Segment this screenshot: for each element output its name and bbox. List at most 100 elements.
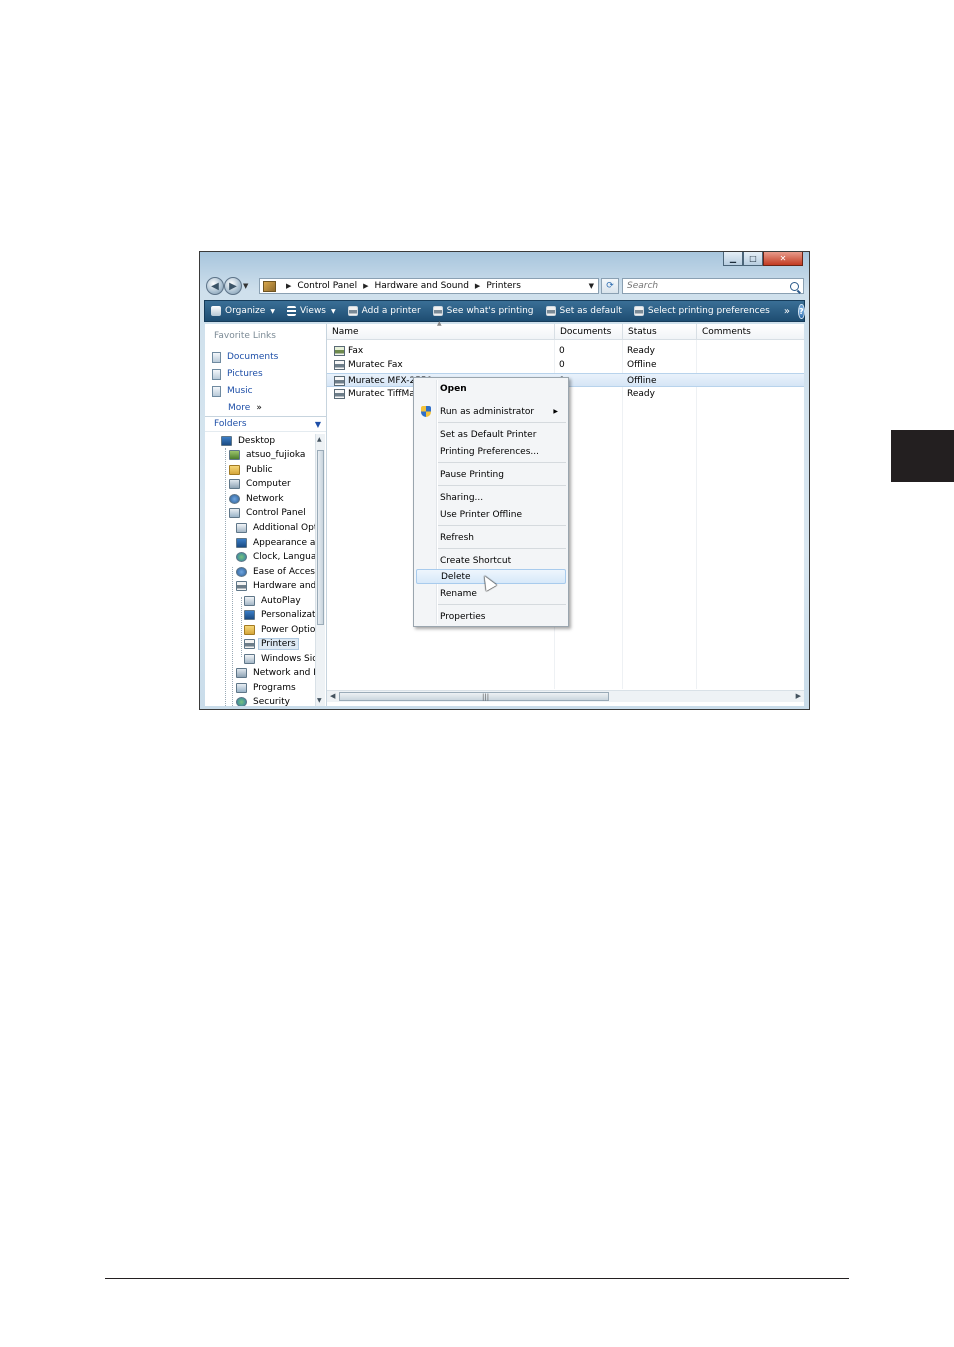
recent-pages-dropdown-icon[interactable]: ▼ <box>243 282 248 290</box>
refresh-icon: ⟳ <box>606 281 614 291</box>
scrollbar-thumb[interactable] <box>317 450 324 625</box>
tree-item-autoplay[interactable]: AutoPlay <box>244 594 303 608</box>
grip-icon: ||| <box>482 693 490 701</box>
tree-item-ease-of-access[interactable]: Ease of Access <box>236 565 315 579</box>
appearance-icon <box>236 538 247 548</box>
tree-item-appearance[interactable]: Appearance an <box>236 536 315 550</box>
tree-item-control-panel[interactable]: Control Panel <box>229 506 308 520</box>
printer-row[interactable]: Muratec Fax 0 Offline <box>327 358 804 372</box>
menu-item-set-as-default-printer[interactable]: Set as Default Printer <box>416 427 566 442</box>
fax-icon <box>334 346 345 356</box>
organize-button[interactable]: Organize ▼ <box>205 301 281 321</box>
folders-header[interactable]: Folders ▼ <box>205 416 326 432</box>
breadcrumb-control-panel[interactable]: Control Panel <box>297 281 357 291</box>
see-whats-printing-button[interactable]: See what's printing <box>427 301 540 321</box>
menu-item-sharing[interactable]: Sharing... <box>416 490 566 505</box>
add-printer-button[interactable]: Add a printer <box>342 301 427 321</box>
breadcrumb-chevron-icon[interactable]: ▶ <box>475 282 480 290</box>
breadcrumb-chevron-icon[interactable]: ▶ <box>363 282 368 290</box>
tree-item-security[interactable]: Security <box>236 695 292 706</box>
column-header-name[interactable]: Name ▲ <box>327 320 555 340</box>
menu-item-pause-printing[interactable]: Pause Printing <box>416 467 566 482</box>
breadcrumb-printers[interactable]: Printers <box>486 281 521 291</box>
sort-ascending-icon: ▲ <box>437 320 442 327</box>
maximize-button[interactable]: □ <box>743 252 763 266</box>
favorite-documents[interactable]: Documents <box>212 350 278 364</box>
column-header-status[interactable]: Status <box>623 324 697 340</box>
tree-item-user[interactable]: atsuo_fujioka <box>229 448 307 462</box>
folder-tree-scrollbar[interactable]: ▲ ▼ <box>315 434 325 706</box>
tree-item-additional-options[interactable]: Additional Opt <box>236 521 315 535</box>
add-printer-label: Add a printer <box>361 306 421 316</box>
more-commands-button[interactable]: » <box>776 306 798 317</box>
chevron-down-icon: ▼ <box>270 307 275 315</box>
personalization-icon <box>244 610 255 620</box>
tree-item-computer[interactable]: Computer <box>229 477 293 491</box>
control-panel-icon <box>263 280 276 292</box>
address-row: ◀ ▶ ▼ ▶ Control Panel ▶ Hardware and Sou… <box>204 276 807 296</box>
help-icon[interactable]: ? <box>797 303 805 319</box>
tree-item-clock-language[interactable]: Clock, Languag <box>236 550 315 564</box>
address-bar[interactable]: ▶ Control Panel ▶ Hardware and Sound ▶ P… <box>259 278 599 294</box>
breadcrumb-chevron-icon[interactable]: ▶ <box>286 282 291 290</box>
scroll-left-icon[interactable]: ◀ <box>330 692 335 700</box>
favorite-label: Pictures <box>227 369 263 379</box>
menu-item-printing-preferences[interactable]: Printing Preferences... <box>416 444 566 459</box>
menu-item-use-printer-offline[interactable]: Use Printer Offline <box>416 507 566 522</box>
computer-icon <box>229 479 240 489</box>
print-queue-icon <box>432 306 443 316</box>
select-printing-preferences-button[interactable]: Select printing preferences <box>628 301 776 321</box>
tree-item-network[interactable]: Network <box>229 492 286 506</box>
favorite-more[interactable]: More » <box>228 401 262 415</box>
menu-item-properties[interactable]: Properties <box>416 609 566 624</box>
tree-item-printers[interactable]: Printers <box>244 637 299 651</box>
printer-icon <box>334 360 345 370</box>
horizontal-scrollbar[interactable]: ◀ ||| ▶ <box>327 690 804 702</box>
menu-item-run-as-administrator[interactable]: Run as administrator ▶ <box>416 404 566 419</box>
scroll-up-icon[interactable]: ▲ <box>317 436 322 443</box>
scroll-right-icon[interactable]: ▶ <box>796 692 801 700</box>
network-internet-icon <box>236 668 247 678</box>
submenu-arrow-icon: ▶ <box>553 408 558 415</box>
views-button[interactable]: Views ▼ <box>281 301 342 321</box>
printer-row[interactable]: Fax 0 Ready <box>327 344 804 358</box>
double-chevron-icon: » <box>256 403 262 413</box>
scroll-down-icon[interactable]: ▼ <box>317 697 322 704</box>
user-folder-icon <box>229 450 240 460</box>
column-header-comments[interactable]: Comments <box>697 324 804 340</box>
tree-item-desktop[interactable]: Desktop <box>221 434 277 448</box>
tree-item-public[interactable]: Public <box>229 463 275 477</box>
back-button[interactable]: ◀ <box>206 277 224 295</box>
set-as-default-button[interactable]: Set as default <box>540 301 628 321</box>
favorite-pictures[interactable]: Pictures <box>212 367 263 381</box>
chapter-tab-marker <box>891 430 954 482</box>
breadcrumb-hardware-and-sound[interactable]: Hardware and Sound <box>374 281 468 291</box>
minimize-button[interactable]: ▁ <box>723 252 743 266</box>
autoplay-icon <box>244 596 255 606</box>
menu-item-create-shortcut[interactable]: Create Shortcut <box>416 553 566 568</box>
address-dropdown-icon[interactable]: ▼ <box>589 282 594 290</box>
refresh-button[interactable]: ⟳ <box>601 278 619 294</box>
pictures-icon <box>212 368 221 380</box>
forward-button[interactable]: ▶ <box>224 277 242 295</box>
tree-item-programs[interactable]: Programs <box>236 681 298 695</box>
clock-language-icon <box>236 552 247 562</box>
control-panel-icon <box>229 508 240 518</box>
security-icon <box>236 697 247 706</box>
tree-item-hardware-and-sound[interactable]: Hardware and <box>236 579 315 593</box>
tree-item-power-options[interactable]: Power Optio <box>244 623 315 637</box>
set-as-default-label: Set as default <box>559 306 622 316</box>
folders-label: Folders <box>214 419 247 429</box>
tree-item-personalization[interactable]: Personalizati <box>244 608 315 622</box>
close-button[interactable]: ✕ <box>763 252 803 266</box>
favorite-music[interactable]: Music <box>212 384 253 398</box>
search-input[interactable] <box>627 281 777 291</box>
tree-item-network-and-internet[interactable]: Network and In <box>236 666 315 680</box>
search-icon[interactable] <box>790 281 799 291</box>
tree-item-windows-sidebar[interactable]: Windows Sid <box>244 652 315 666</box>
column-header-documents[interactable]: Documents <box>555 324 623 340</box>
menu-item-refresh[interactable]: Refresh <box>416 530 566 545</box>
programs-icon <box>236 683 247 693</box>
menu-item-open[interactable]: Open <box>416 381 566 396</box>
scrollbar-thumb[interactable]: ||| <box>339 692 609 701</box>
